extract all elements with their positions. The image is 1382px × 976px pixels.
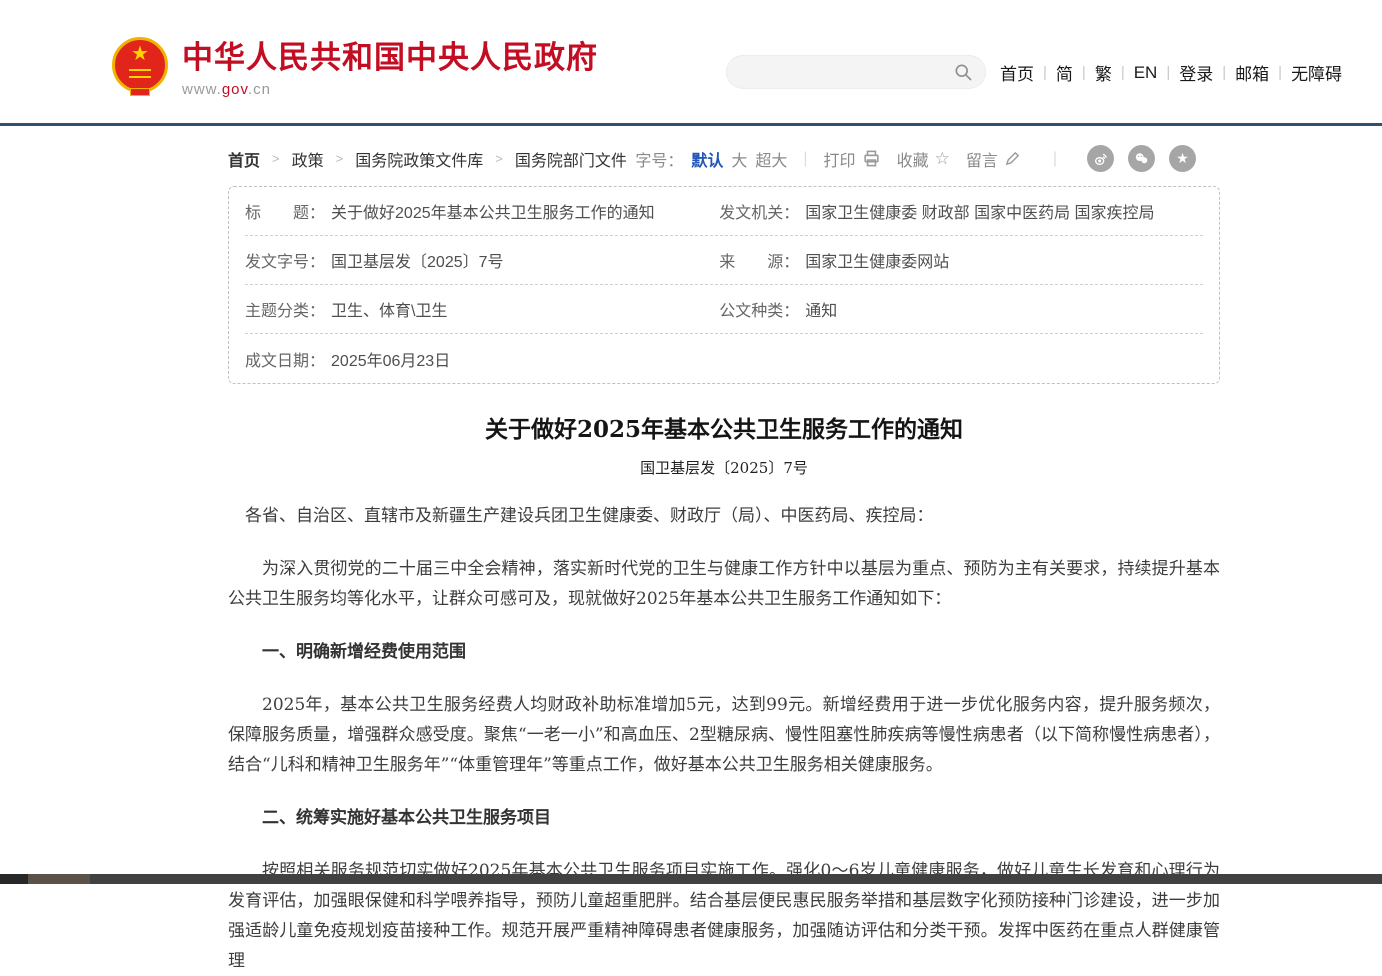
meta-label-doctype: 公文种类： bbox=[719, 297, 799, 321]
article-salutation: 各省、自治区、直辖市及新疆生产建设兵团卫生健康委、财政厅（局）、中医药局、疾控局… bbox=[228, 501, 1220, 531]
breadcrumb: 首页 > 政策 > 国务院政策文件库 > 国务院部门文件 bbox=[228, 147, 627, 171]
nav-home[interactable]: 首页 bbox=[1000, 60, 1034, 85]
breadcrumb-toolbar-row: 首页 > 政策 > 国务院政策文件库 > 国务院部门文件 字号： 默认 大 超大… bbox=[228, 145, 1220, 172]
search-box bbox=[726, 55, 986, 89]
meta-value-doctype: 通知 bbox=[805, 297, 837, 321]
document-toolbar: 字号： 默认 大 超大 | 打印 收藏 ☆ 留言 bbox=[635, 145, 1196, 172]
meta-label-source: 来 源： bbox=[719, 248, 799, 272]
article-paragraph: 2025年，基本公共卫生服务经费人均财政补助标准增加5元，达到99元。新增经费用… bbox=[228, 690, 1220, 780]
meta-value-source: 国家卫生健康委网站 bbox=[805, 248, 949, 272]
fontsize-label: 字号： bbox=[635, 147, 683, 171]
meta-label-title: 标 题： bbox=[245, 199, 325, 223]
breadcrumb-separator: > bbox=[272, 151, 280, 166]
pencil-icon bbox=[1004, 150, 1021, 167]
meta-label-date: 成文日期： bbox=[245, 347, 325, 371]
weibo-share-icon[interactable] bbox=[1087, 145, 1114, 172]
article-section-heading-1: 一、明确新增经费使用范围 bbox=[228, 637, 1220, 667]
document-meta-table: 标 题： 关于做好2025年基本公共卫生服务工作的通知 发文机关： 国家卫生健康… bbox=[228, 186, 1220, 384]
fontsize-xlarge-button[interactable]: 超大 bbox=[755, 147, 787, 171]
meta-label-category: 主题分类： bbox=[245, 297, 325, 321]
breadcrumb-separator: > bbox=[336, 151, 344, 166]
meta-value-category: 卫生、体育\卫生 bbox=[331, 297, 447, 321]
meta-row-title-agency: 标 题： 关于做好2025年基本公共卫生服务工作的通知 发文机关： 国家卫生健康… bbox=[245, 187, 1203, 236]
nav-login[interactable]: 登录 bbox=[1179, 60, 1213, 85]
breadcrumb-home[interactable]: 首页 bbox=[228, 147, 260, 171]
meta-label-agency: 发文机关： bbox=[719, 199, 799, 223]
site-title: 中华人民共和国中央人民政府 bbox=[182, 32, 598, 77]
article: 关于做好2025年基本公共卫生服务工作的通知 国卫基层发〔2025〕7号 各省、… bbox=[228, 410, 1220, 976]
comment-button[interactable]: 留言 bbox=[966, 147, 1021, 171]
nav-traditional[interactable]: 繁 bbox=[1095, 60, 1112, 85]
breadcrumb-department-docs: 国务院部门文件 bbox=[515, 147, 627, 171]
search-icon[interactable] bbox=[953, 62, 973, 82]
print-button[interactable]: 打印 bbox=[824, 147, 881, 171]
share-icons: ★ bbox=[1073, 145, 1196, 172]
horizontal-scrollbar[interactable] bbox=[0, 874, 1382, 884]
meta-value-date: 2025年06月23日 bbox=[331, 347, 450, 371]
breadcrumb-policy-library[interactable]: 国务院政策文件库 bbox=[355, 147, 483, 171]
nav-mail[interactable]: 邮箱 bbox=[1235, 60, 1269, 85]
breadcrumb-separator: > bbox=[495, 151, 503, 166]
meta-row-category-type: 主题分类： 卫生、体育\卫生 公文种类： 通知 bbox=[245, 285, 1203, 334]
favorite-share-icon[interactable]: ★ bbox=[1169, 145, 1196, 172]
site-logo[interactable]: ★ 中华人民共和国中央人民政府 www.gov.cn bbox=[112, 32, 598, 98]
meta-value-title: 关于做好2025年基本公共卫生服务工作的通知 bbox=[331, 199, 655, 223]
meta-row-docno-source: 发文字号： 国卫基层发〔2025〕7号 来 源： 国家卫生健康委网站 bbox=[245, 236, 1203, 285]
fontsize-large-button[interactable]: 大 bbox=[731, 147, 747, 171]
nav-accessibility[interactable]: 无障碍 bbox=[1291, 60, 1342, 85]
nav-english[interactable]: EN bbox=[1134, 63, 1158, 83]
article-title: 关于做好2025年基本公共卫生服务工作的通知 bbox=[228, 410, 1220, 444]
star-icon: ☆ bbox=[935, 150, 950, 167]
site-header: ★ 中华人民共和国中央人民政府 www.gov.cn 首页| 简| 繁| EN|… bbox=[0, 0, 1382, 123]
main-content: 首页 > 政策 > 国务院政策文件库 > 国务院部门文件 字号： 默认 大 超大… bbox=[228, 126, 1220, 976]
fontsize-default-button[interactable]: 默认 bbox=[691, 147, 723, 171]
article-doc-number: 国卫基层发〔2025〕7号 bbox=[228, 457, 1220, 478]
meta-label-docno: 发文字号： bbox=[245, 248, 325, 272]
favorite-button[interactable]: 收藏 ☆ bbox=[897, 147, 950, 171]
article-section-heading-2: 二、统筹实施好基本公共卫生服务项目 bbox=[228, 803, 1220, 833]
meta-value-agency: 国家卫生健康委 财政部 国家中医药局 国家疾控局 bbox=[805, 199, 1154, 223]
top-nav: 首页| 简| 繁| EN| 登录| 邮箱| 无障碍 bbox=[1000, 60, 1342, 85]
national-emblem-icon: ★ bbox=[112, 37, 168, 93]
breadcrumb-policy[interactable]: 政策 bbox=[292, 147, 324, 171]
site-url: www.gov.cn bbox=[182, 81, 598, 98]
horizontal-scrollbar-thumb[interactable] bbox=[28, 874, 90, 884]
printer-icon bbox=[862, 149, 881, 168]
search-input[interactable] bbox=[739, 56, 953, 88]
meta-row-date: 成文日期： 2025年06月23日 bbox=[245, 334, 1203, 383]
meta-value-docno: 国卫基层发〔2025〕7号 bbox=[331, 248, 504, 272]
nav-simplified[interactable]: 简 bbox=[1056, 60, 1073, 85]
wechat-share-icon[interactable] bbox=[1128, 145, 1155, 172]
article-paragraph: 为深入贯彻党的二十届三中全会精神，落实新时代党的卫生与健康工作方针中以基层为重点… bbox=[228, 554, 1220, 614]
article-body: 各省、自治区、直辖市及新疆生产建设兵团卫生健康委、财政厅（局）、中医药局、疾控局… bbox=[228, 501, 1220, 976]
